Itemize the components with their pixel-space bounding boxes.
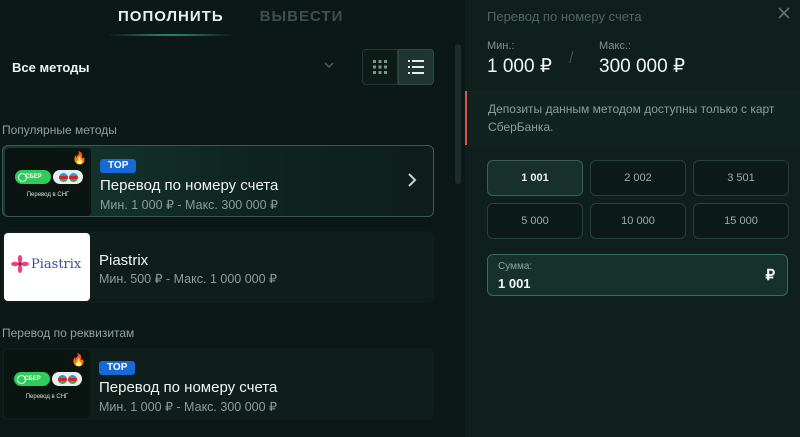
flags-icon bbox=[52, 372, 82, 386]
methods-filter-dropdown[interactable]: Все методы bbox=[0, 46, 345, 88]
top-badge: TOP bbox=[99, 361, 136, 375]
method-logo: 🔥 СБЕР Перевод в СНГ bbox=[5, 148, 91, 216]
method-limits: Мин. 500 ₽ - Макс. 1 000 000 ₽ bbox=[99, 272, 277, 286]
top-badge: TOP bbox=[100, 159, 137, 173]
scrollbar[interactable] bbox=[455, 44, 461, 184]
amount-preset-button[interactable]: 1 001 bbox=[487, 160, 583, 196]
piastrix-logo: Piastrix bbox=[4, 233, 90, 301]
method-name: Перевод по номеру счета bbox=[100, 177, 279, 194]
amount-preset-button[interactable]: 2 002 bbox=[590, 160, 686, 196]
sber-logo: СБЕР bbox=[14, 372, 50, 386]
method-limits: Мин. 1 000 ₽ - Макс. 300 000 ₽ bbox=[100, 198, 278, 212]
tab-deposit[interactable]: ПОПОЛНИТЬ bbox=[100, 0, 242, 36]
fire-icon: 🔥 bbox=[72, 151, 87, 165]
logo-caption: Перевод в СНГ bbox=[26, 192, 70, 198]
piastrix-wordmark: Piastrix bbox=[31, 256, 82, 272]
max-value: 300 000 ₽ bbox=[599, 56, 686, 77]
sber-logo: СБЕР bbox=[15, 170, 51, 184]
list-view-button[interactable] bbox=[398, 49, 434, 85]
amount-label: Сумма: bbox=[498, 261, 533, 272]
min-label: Мин.: bbox=[487, 40, 515, 52]
method-name: Перевод по номеру счета bbox=[99, 379, 278, 396]
section-title-popular: Популярные методы bbox=[2, 123, 117, 137]
method-card-account-transfer[interactable]: 🔥 СБЕР Перевод в СНГ TOP Перевод по номе… bbox=[2, 145, 434, 217]
min-max-separator: / bbox=[569, 50, 574, 67]
amount-preset-button[interactable]: 10 000 bbox=[590, 203, 686, 239]
tab-withdraw[interactable]: ВЫВЕСТИ bbox=[242, 0, 362, 36]
notice-message: Депозиты данным методом доступны только … bbox=[465, 91, 800, 145]
method-logo: 🔥 СБЕР Перевод в СНГ bbox=[4, 350, 90, 418]
max-label: Макс.: bbox=[599, 40, 631, 52]
flower-icon bbox=[11, 255, 29, 273]
method-card-piastrix[interactable]: Piastrix Piastrix Мин. 500 ₽ - Макс. 1 0… bbox=[2, 231, 434, 303]
amount-input[interactable] bbox=[498, 274, 748, 292]
close-icon bbox=[778, 7, 790, 19]
tab-bar: ПОПОЛНИТЬ ВЫВЕСТИ bbox=[100, 0, 361, 36]
grid-view-button[interactable] bbox=[362, 49, 398, 85]
list-view-icon bbox=[408, 60, 424, 74]
min-value: 1 000 ₽ bbox=[487, 56, 552, 77]
logo-caption: Перевод в СНГ bbox=[25, 394, 69, 400]
section-title-requisites: Перевод по реквизитам bbox=[2, 326, 135, 340]
method-name: Piastrix bbox=[99, 252, 149, 269]
chevron-right-icon bbox=[407, 172, 417, 193]
amount-preset-button[interactable]: 3 501 bbox=[693, 160, 789, 196]
chevron-down-icon bbox=[323, 59, 335, 74]
method-card-account-transfer-2[interactable]: 🔥 СБЕР Перевод в СНГ TOP Перевод по номе… bbox=[2, 348, 434, 420]
fire-icon: 🔥 bbox=[71, 353, 86, 367]
panel-title: Перевод по номеру счета bbox=[487, 9, 642, 24]
amount-preset-button[interactable]: 15 000 bbox=[693, 203, 789, 239]
grid-view-icon bbox=[373, 60, 387, 74]
amount-field[interactable]: Сумма: ₽ bbox=[487, 254, 788, 296]
amount-preset-button[interactable]: 5 000 bbox=[487, 203, 583, 239]
close-button[interactable] bbox=[778, 6, 790, 23]
methods-filter-value: Все методы bbox=[12, 59, 90, 75]
method-limits: Мин. 1 000 ₽ - Макс. 300 000 ₽ bbox=[99, 400, 277, 414]
currency-symbol: ₽ bbox=[765, 267, 775, 284]
flags-icon bbox=[53, 170, 83, 184]
view-toggle bbox=[362, 49, 434, 85]
